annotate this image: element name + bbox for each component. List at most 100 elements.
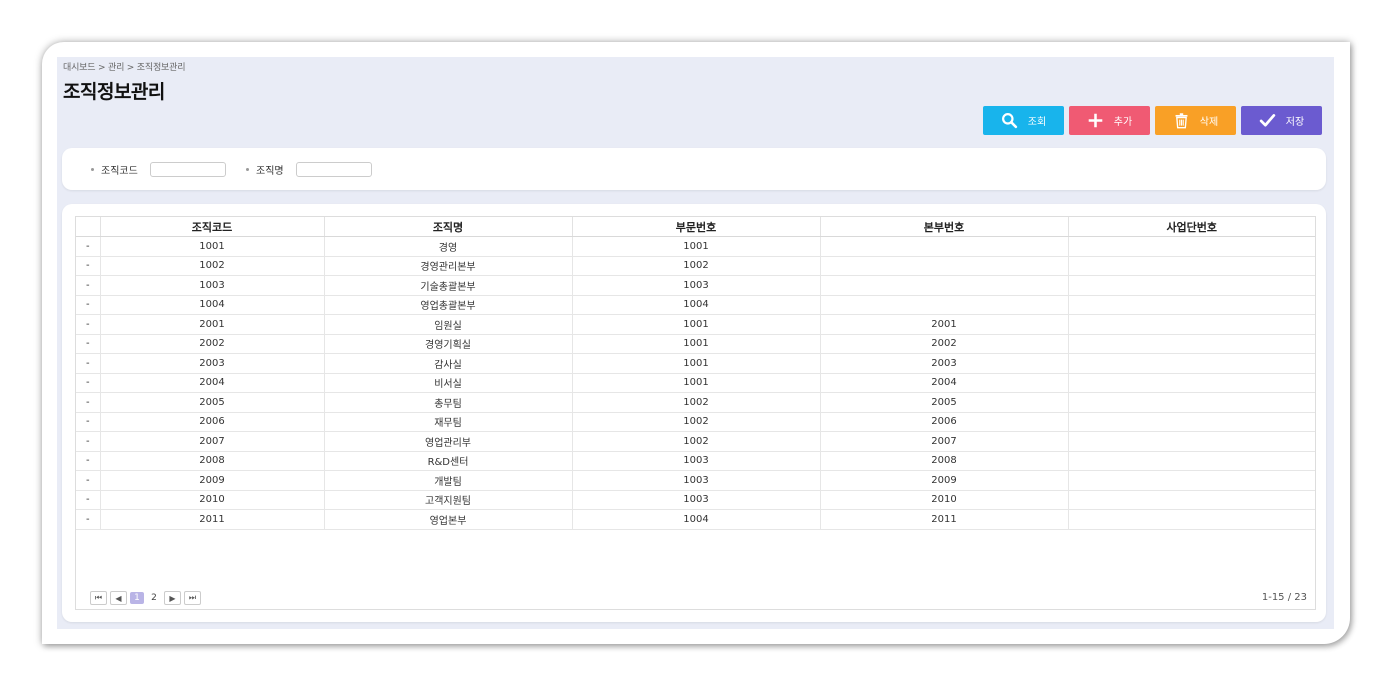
table-row[interactable]: -1004 영업총괄본부 1004 (76, 295, 1315, 315)
division-no-cell[interactable]: 1001 (572, 373, 821, 393)
column-header-org-name[interactable]: 조직명 (324, 217, 573, 237)
org-code-cell[interactable]: 2001 (100, 314, 325, 335)
column-header-division-no[interactable]: 부문번호 (572, 217, 821, 237)
hq-no-cell[interactable]: 2011 (820, 509, 1069, 530)
division-no-cell[interactable]: 1001 (572, 353, 821, 374)
row-indicator[interactable]: - (76, 490, 101, 510)
row-indicator[interactable]: - (76, 295, 101, 315)
org-name-cell[interactable]: 경영기획실 (324, 334, 573, 354)
org-code-cell[interactable]: 1004 (100, 295, 325, 315)
business-unit-no-cell[interactable] (1068, 295, 1315, 315)
division-no-cell[interactable]: 1001 (572, 236, 821, 257)
business-unit-no-cell[interactable] (1068, 431, 1315, 452)
hq-no-cell[interactable]: 2005 (820, 392, 1069, 413)
table-row[interactable]: -2008 R&D센터 1003 2008 (76, 451, 1315, 471)
row-indicator[interactable]: - (76, 334, 101, 354)
division-no-cell[interactable]: 1004 (572, 295, 821, 315)
business-unit-no-cell[interactable] (1068, 451, 1315, 471)
org-code-cell[interactable]: 2003 (100, 353, 325, 374)
org-name-cell[interactable]: 영업총괄본부 (324, 295, 573, 315)
row-indicator[interactable]: - (76, 509, 101, 530)
org-name-cell[interactable]: 경영 (324, 236, 573, 257)
division-no-cell[interactable]: 1003 (572, 451, 821, 471)
org-name-cell[interactable]: R&D센터 (324, 451, 573, 471)
org-code-cell[interactable]: 2007 (100, 431, 325, 452)
hq-no-cell[interactable]: 2009 (820, 470, 1069, 491)
org-code-cell[interactable]: 1003 (100, 275, 325, 296)
org-code-cell[interactable]: 2004 (100, 373, 325, 393)
business-unit-no-cell[interactable] (1068, 412, 1315, 432)
division-no-cell[interactable]: 1002 (572, 392, 821, 413)
business-unit-no-cell[interactable] (1068, 509, 1315, 530)
hq-no-cell[interactable]: 2003 (820, 353, 1069, 374)
business-unit-no-cell[interactable] (1068, 490, 1315, 510)
table-row[interactable]: -2004 비서실 1001 2004 (76, 373, 1315, 393)
org-name-cell[interactable]: 재무팀 (324, 412, 573, 432)
division-no-cell[interactable]: 1003 (572, 275, 821, 296)
table-row[interactable]: -2006 재무팀 1002 2006 (76, 412, 1315, 432)
hq-no-cell[interactable]: 2007 (820, 431, 1069, 452)
business-unit-no-cell[interactable] (1068, 353, 1315, 374)
hq-no-cell[interactable]: 2001 (820, 314, 1069, 335)
table-row[interactable]: -2011 영업본부 1004 2011 (76, 509, 1315, 530)
last-page-button[interactable]: ⏭ (184, 591, 201, 605)
row-indicator[interactable]: - (76, 353, 101, 374)
org-name-cell[interactable]: 기술총괄본부 (324, 275, 573, 296)
column-header-hq-no[interactable]: 본부번호 (820, 217, 1069, 237)
division-no-cell[interactable]: 1003 (572, 490, 821, 510)
row-indicator[interactable]: - (76, 412, 101, 432)
table-row[interactable]: -1003 기술총괄본부 1003 (76, 275, 1315, 296)
hq-no-cell[interactable]: 2010 (820, 490, 1069, 510)
org-name-cell[interactable]: 감사실 (324, 353, 573, 374)
org-name-cell[interactable]: 영업관리부 (324, 431, 573, 452)
division-no-cell[interactable]: 1002 (572, 412, 821, 432)
search-button[interactable]: 조회 (983, 106, 1064, 135)
add-button[interactable]: 추가 (1069, 106, 1150, 135)
org-name-cell[interactable]: 고객지원팀 (324, 490, 573, 510)
org-code-cell[interactable]: 2008 (100, 451, 325, 471)
org-name-cell[interactable]: 비서실 (324, 373, 573, 393)
table-row[interactable]: -2010 고객지원팀 1003 2010 (76, 490, 1315, 510)
delete-button[interactable]: 삭제 (1155, 106, 1236, 135)
row-indicator[interactable]: - (76, 373, 101, 393)
table-row[interactable]: -2001 임원실 1001 2001 (76, 314, 1315, 335)
business-unit-no-cell[interactable] (1068, 256, 1315, 276)
table-row[interactable]: -1001 경영 1001 (76, 236, 1315, 257)
division-no-cell[interactable]: 1002 (572, 431, 821, 452)
org-name-cell[interactable]: 임원실 (324, 314, 573, 335)
first-page-button[interactable]: ⏮ (90, 591, 107, 605)
row-indicator[interactable]: - (76, 392, 101, 413)
division-no-cell[interactable]: 1003 (572, 470, 821, 491)
table-row[interactable]: -2005 총무팀 1002 2005 (76, 392, 1315, 413)
table-row[interactable]: -1002 경영관리본부 1002 (76, 256, 1315, 276)
hq-no-cell[interactable] (820, 256, 1069, 276)
business-unit-no-cell[interactable] (1068, 470, 1315, 491)
org-code-cell[interactable]: 1002 (100, 256, 325, 276)
business-unit-no-cell[interactable] (1068, 275, 1315, 296)
table-row[interactable]: -2009 개발팀 1003 2009 (76, 470, 1315, 491)
org-name-cell[interactable]: 개발팀 (324, 470, 573, 491)
org-code-cell[interactable]: 2002 (100, 334, 325, 354)
page-2-button[interactable]: 2 (147, 592, 161, 604)
hq-no-cell[interactable]: 2006 (820, 412, 1069, 432)
hq-no-cell[interactable] (820, 236, 1069, 257)
table-row[interactable]: -2007 영업관리부 1002 2007 (76, 431, 1315, 452)
org-code-cell[interactable]: 2009 (100, 470, 325, 491)
division-no-cell[interactable]: 1001 (572, 314, 821, 335)
org-code-cell[interactable]: 1001 (100, 236, 325, 257)
org-code-input[interactable] (149, 162, 226, 177)
org-code-cell[interactable]: 2006 (100, 412, 325, 432)
business-unit-no-cell[interactable] (1068, 314, 1315, 335)
row-indicator[interactable]: - (76, 314, 101, 335)
row-indicator[interactable]: - (76, 470, 101, 491)
row-indicator[interactable]: - (76, 256, 101, 276)
row-indicator[interactable]: - (76, 236, 101, 257)
org-code-cell[interactable]: 2005 (100, 392, 325, 413)
row-indicator[interactable]: - (76, 431, 101, 452)
table-row[interactable]: -2002 경영기획실 1001 2002 (76, 334, 1315, 354)
org-code-cell[interactable]: 2010 (100, 490, 325, 510)
row-indicator[interactable]: - (76, 275, 101, 296)
division-no-cell[interactable]: 1004 (572, 509, 821, 530)
next-page-button[interactable]: ▶ (164, 591, 181, 605)
page-1-button[interactable]: 1 (130, 592, 144, 604)
